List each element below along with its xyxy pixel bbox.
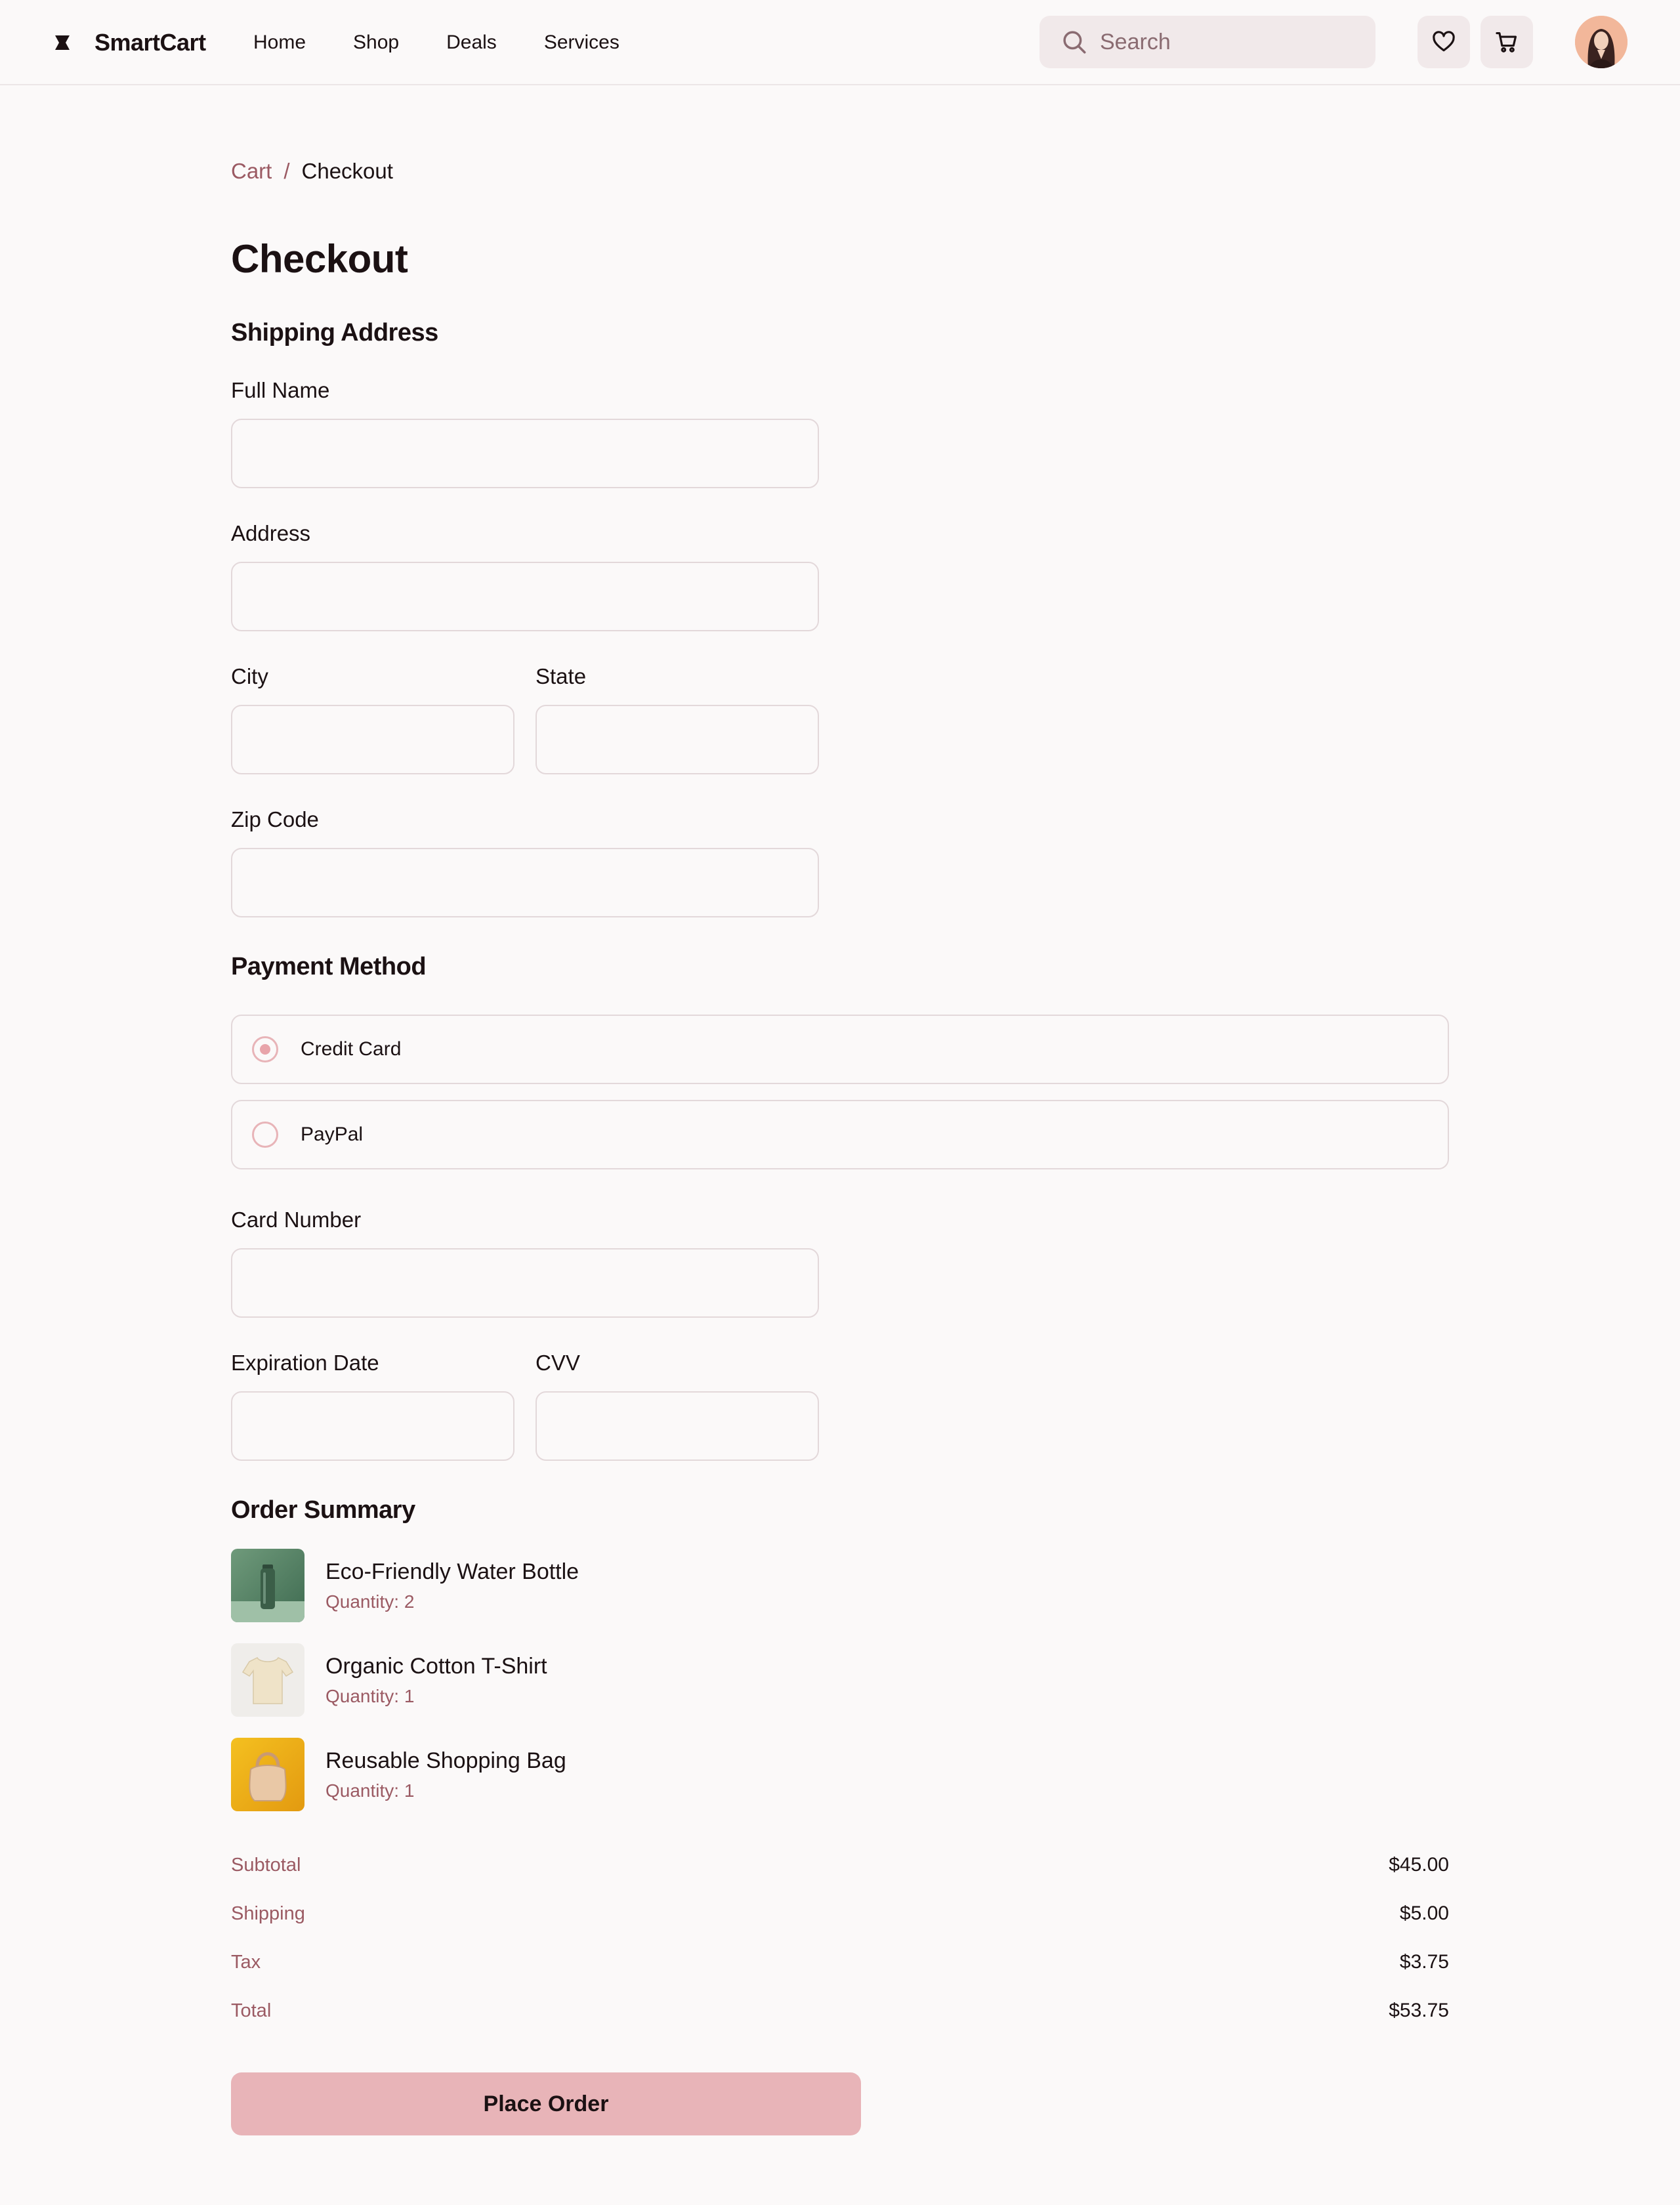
shipping-label: Shipping: [231, 1902, 305, 1924]
full-name-label: Full Name: [231, 378, 330, 402]
breadcrumb-current: Checkout: [301, 159, 393, 183]
payment-section-title: Payment Method: [231, 953, 427, 980]
order-item-quantity: Quantity: 2: [326, 1591, 415, 1612]
total-row: Total $53.75: [231, 1998, 1449, 2024]
radio-selected-icon[interactable]: [252, 1036, 278, 1062]
order-item-quantity: Quantity: 1: [326, 1780, 415, 1801]
tax-label: Tax: [231, 1951, 261, 1973]
state-label: State: [536, 664, 587, 688]
cvv-label: CVV: [536, 1351, 580, 1375]
order-item-name: Eco-Friendly Water Bottle: [326, 1559, 579, 1584]
address-label: Address: [231, 521, 311, 545]
breadcrumb-separator: /: [284, 159, 290, 183]
nav-shop[interactable]: Shop: [353, 32, 399, 54]
expiration-date-field[interactable]: [231, 1391, 514, 1461]
address-field[interactable]: [231, 562, 819, 631]
payment-option-paypal[interactable]: PayPal: [231, 1100, 1449, 1169]
avatar-image: [1575, 16, 1628, 68]
payment-option-label: PayPal: [301, 1124, 364, 1145]
place-order-button[interactable]: Place Order: [231, 2072, 861, 2135]
main-nav: Home Shop Deals Services: [253, 26, 620, 59]
order-item-quantity: Quantity: 1: [326, 1685, 415, 1706]
card-number-field[interactable]: [231, 1248, 819, 1318]
subtotal-label: Subtotal: [231, 1854, 301, 1876]
search-input[interactable]: [1100, 29, 1362, 55]
zip-code-label: Zip Code: [231, 807, 319, 831]
cart-button[interactable]: [1480, 16, 1533, 68]
order-item: Organic Cotton T-Shirt Quantity: 1: [231, 1643, 547, 1717]
cvv-field[interactable]: [536, 1391, 819, 1461]
order-item-name: Organic Cotton T-Shirt: [326, 1653, 547, 1679]
payment-option-label: Credit Card: [301, 1038, 402, 1060]
top-navbar: SmartCart Home Shop Deals Services: [0, 0, 1680, 85]
search-bar[interactable]: [1040, 16, 1376, 68]
user-avatar[interactable]: [1575, 16, 1628, 68]
radio-unselected-icon[interactable]: [252, 1122, 278, 1148]
page-title: Checkout: [231, 237, 408, 281]
nav-home[interactable]: Home: [253, 32, 306, 54]
tax-value: $3.75: [1399, 1951, 1449, 1973]
shipping-row: Shipping $5.00: [231, 1900, 1449, 1927]
cart-icon: [1496, 32, 1517, 52]
shipping-value: $5.00: [1399, 1902, 1449, 1924]
shipping-section-title: Shipping Address: [231, 319, 438, 346]
order-item: Reusable Shopping Bag Quantity: 1: [231, 1738, 566, 1811]
expiration-date-label: Expiration Date: [231, 1351, 379, 1375]
order-summary-title: Order Summary: [231, 1496, 415, 1524]
breadcrumb: Cart / Checkout: [231, 159, 393, 184]
breadcrumb-cart-link[interactable]: Cart: [231, 159, 272, 184]
tax-row: Tax $3.75: [231, 1949, 1449, 1975]
city-label: City: [231, 664, 268, 688]
shopping-bag-image: [231, 1738, 304, 1811]
full-name-field[interactable]: [231, 419, 819, 488]
subtotal-value: $45.00: [1389, 1854, 1449, 1876]
t-shirt-image: [231, 1643, 304, 1717]
brand[interactable]: SmartCart: [52, 26, 206, 59]
card-number-label: Card Number: [231, 1208, 362, 1232]
nav-services[interactable]: Services: [544, 32, 620, 54]
order-item-name: Reusable Shopping Bag: [326, 1748, 566, 1773]
zip-code-field[interactable]: [231, 848, 819, 917]
total-label: Total: [231, 2000, 272, 2021]
state-field[interactable]: [536, 705, 819, 774]
logo-icon: [55, 35, 70, 50]
total-value: $53.75: [1389, 2000, 1449, 2021]
payment-option-credit-card[interactable]: Credit Card: [231, 1015, 1449, 1084]
order-item: Eco-Friendly Water Bottle Quantity: 2: [231, 1549, 579, 1622]
heart-icon: [1433, 31, 1455, 52]
nav-deals[interactable]: Deals: [446, 32, 497, 54]
search-icon: [1063, 31, 1086, 54]
brand-name: SmartCart: [94, 29, 206, 56]
favorites-button[interactable]: [1418, 16, 1470, 68]
water-bottle-image: [231, 1549, 304, 1622]
subtotal-row: Subtotal $45.00: [231, 1852, 1449, 1878]
city-field[interactable]: [231, 705, 514, 774]
